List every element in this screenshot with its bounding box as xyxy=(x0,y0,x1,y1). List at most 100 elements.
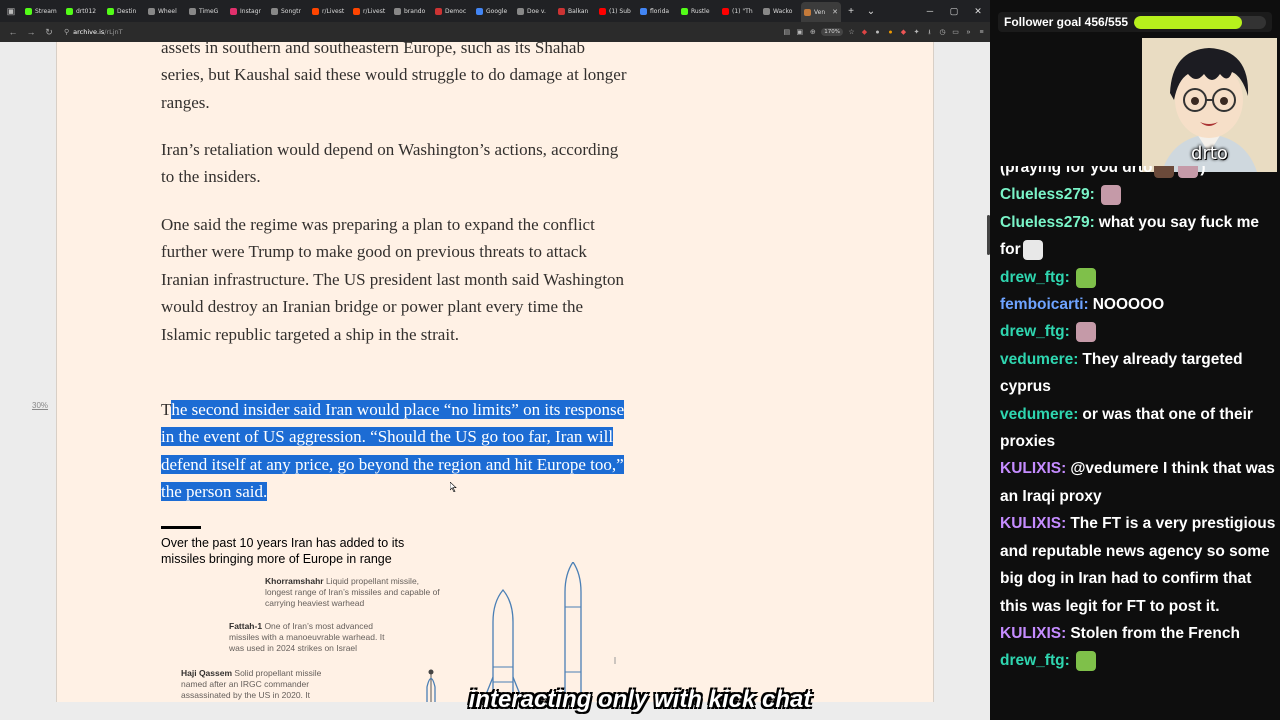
browser-tab[interactable]: Democ xyxy=(432,2,473,20)
browser-tab[interactable]: Doe v. xyxy=(514,2,555,20)
extension-icon[interactable]: ● xyxy=(886,28,895,37)
missile-illustration xyxy=(426,562,616,702)
tab-favicon-icon xyxy=(517,7,524,15)
screenshot-icon[interactable]: ▣ xyxy=(795,28,804,37)
browser-tab[interactable]: Rustle xyxy=(678,2,719,20)
browser-tab[interactable]: Songtr xyxy=(268,2,309,20)
browser-tab[interactable]: florida xyxy=(637,2,678,20)
zoom-icon[interactable]: ⊕ xyxy=(808,28,817,37)
browser-tab[interactable]: r/Livest xyxy=(309,2,350,20)
extensions-puzzle-icon[interactable]: ✦ xyxy=(912,28,921,37)
tab-label: Google xyxy=(486,7,508,15)
back-button[interactable]: ← xyxy=(4,27,22,37)
chat-message: drew_ftg: xyxy=(1000,318,1276,345)
tab-actions-icon[interactable]: ▣ xyxy=(0,0,22,22)
browser-tab[interactable]: Stream xyxy=(22,2,63,20)
maximize-button[interactable]: ▢ xyxy=(942,6,966,17)
chat-username[interactable]: KULIXIS: xyxy=(1000,515,1066,532)
browser-tab[interactable]: drt012 xyxy=(63,2,104,20)
chat-message: Clueless279: xyxy=(1000,181,1276,208)
tab-favicon-icon xyxy=(271,7,278,15)
browser-tab[interactable]: TimeG xyxy=(186,2,227,20)
chat-username[interactable]: drew_ftg: xyxy=(1000,269,1070,286)
chat-message: vedumere: They already targeted cyprus xyxy=(1000,346,1276,401)
annotation-name: Khorramshahr xyxy=(265,576,324,586)
chat-emote-icon xyxy=(1178,166,1199,178)
scrollbar-thumb[interactable] xyxy=(987,215,990,255)
tab-favicon-icon xyxy=(681,7,688,15)
extension-icon[interactable]: ◆ xyxy=(860,28,869,37)
tab-favicon-icon xyxy=(66,7,73,15)
tab-list: Stream drt012 Destin Wheel TimeG Instagr Songt… xyxy=(22,0,841,22)
annotation-name: Haji Qassem xyxy=(181,668,233,678)
tab-label: drt012 xyxy=(76,7,97,15)
chat-text: ) xyxy=(1200,166,1206,176)
browser-tab[interactable]: Destin xyxy=(104,2,145,20)
tab-favicon-icon xyxy=(394,7,401,15)
browser-tab[interactable]: Balkan xyxy=(555,2,596,20)
browser-tab[interactable]: Ven ✕ xyxy=(801,2,841,22)
minimize-button[interactable]: ─ xyxy=(918,6,942,17)
chat-username[interactable]: drew_ftg: xyxy=(1000,323,1070,340)
browser-toolbar: ← → ↻ ⚲ archive.is/rLjnT ▤ ▣ ⊕ 170% ☆ ◆ … xyxy=(0,22,990,42)
tab-favicon-icon xyxy=(435,7,442,15)
close-tab-icon[interactable]: ✕ xyxy=(832,8,838,16)
chat-message: (praying for you drto) xyxy=(1000,166,1276,181)
chat-username[interactable]: drew_ftg: xyxy=(1000,652,1070,669)
address-bar[interactable]: ⚲ archive.is/rLjnT xyxy=(64,24,776,40)
downloads-icon[interactable]: ⭳ xyxy=(925,28,934,37)
bookmark-star-icon[interactable]: ☆ xyxy=(847,28,856,37)
sidebar-icon[interactable]: ▭ xyxy=(951,28,960,37)
browser-window: ▣ Stream drt012 Destin Wheel TimeG Instagr Son… xyxy=(0,0,990,720)
browser-tab[interactable]: brando xyxy=(391,2,432,20)
browser-tab[interactable]: Wheel xyxy=(145,2,186,20)
tab-label: r/Livest xyxy=(363,7,386,15)
extension-icon[interactable]: ● xyxy=(873,28,882,37)
browser-tab[interactable]: (1) "Th xyxy=(719,2,760,20)
chat-username[interactable]: femboicarti: xyxy=(1000,296,1089,313)
tab-label: brando xyxy=(404,7,426,15)
tab-favicon-icon xyxy=(640,7,647,15)
scroll-percent-marker: 30% xyxy=(32,401,49,410)
page-viewport[interactable]: 30% assets in southern and southeastern … xyxy=(0,42,990,702)
close-window-button[interactable]: ✕ xyxy=(966,6,990,17)
forward-button[interactable]: → xyxy=(22,27,40,37)
chat-username[interactable]: vedumere: xyxy=(1000,351,1078,368)
tab-label: Destin xyxy=(117,7,137,15)
tab-bar: ▣ Stream drt012 Destin Wheel TimeG Instagr Son… xyxy=(0,0,990,22)
browser-tab[interactable]: r/Livest xyxy=(350,2,391,20)
follower-goal-fill xyxy=(1134,15,1243,29)
tab-label: Doe v. xyxy=(527,7,546,15)
tab-list-chevron-icon[interactable]: ⌄ xyxy=(861,6,881,17)
chat-username[interactable]: vedumere: xyxy=(1000,406,1078,423)
site-info-icon[interactable]: ⚲ xyxy=(64,28,69,36)
streamer-avatar: drto xyxy=(1142,38,1277,172)
browser-tab[interactable]: (1) Sub xyxy=(596,2,637,20)
zoom-level[interactable]: 170% xyxy=(821,28,843,36)
chat-username[interactable]: Clueless279: xyxy=(1000,186,1095,203)
tab-favicon-icon xyxy=(763,7,770,15)
browser-tab[interactable]: Instagr xyxy=(227,2,268,20)
shield-icon[interactable]: ◆ xyxy=(899,28,908,37)
tab-label: Stream xyxy=(35,7,57,15)
tab-label: Balkan xyxy=(568,7,589,15)
browser-tab[interactable]: Google xyxy=(473,2,514,20)
tab-favicon-icon xyxy=(804,8,811,16)
reload-button[interactable]: ↻ xyxy=(40,27,58,38)
chat-username[interactable]: KULIXIS: xyxy=(1000,625,1066,642)
tab-favicon-icon xyxy=(25,7,32,15)
browser-tab[interactable]: Wacko xyxy=(760,2,801,20)
tab-label: Wheel xyxy=(158,7,177,15)
tab-favicon-icon xyxy=(476,7,483,15)
overflow-chevron-icon[interactable]: » xyxy=(964,28,973,37)
chat-username[interactable]: Clueless279: xyxy=(1000,214,1095,231)
chat-text: (praying for you drto xyxy=(1000,166,1153,176)
new-tab-button[interactable]: + xyxy=(841,6,861,17)
chat-username[interactable]: KULIXIS: xyxy=(1000,460,1066,477)
annotation-name: Fattah-1 xyxy=(229,621,263,631)
chat-emote-icon xyxy=(1075,651,1096,672)
history-icon[interactable]: ◷ xyxy=(938,28,947,37)
menu-icon[interactable]: ≡ xyxy=(977,28,986,37)
reader-mode-icon[interactable]: ▤ xyxy=(782,28,791,37)
text-selection: he second insider said Iran would place … xyxy=(161,400,625,502)
